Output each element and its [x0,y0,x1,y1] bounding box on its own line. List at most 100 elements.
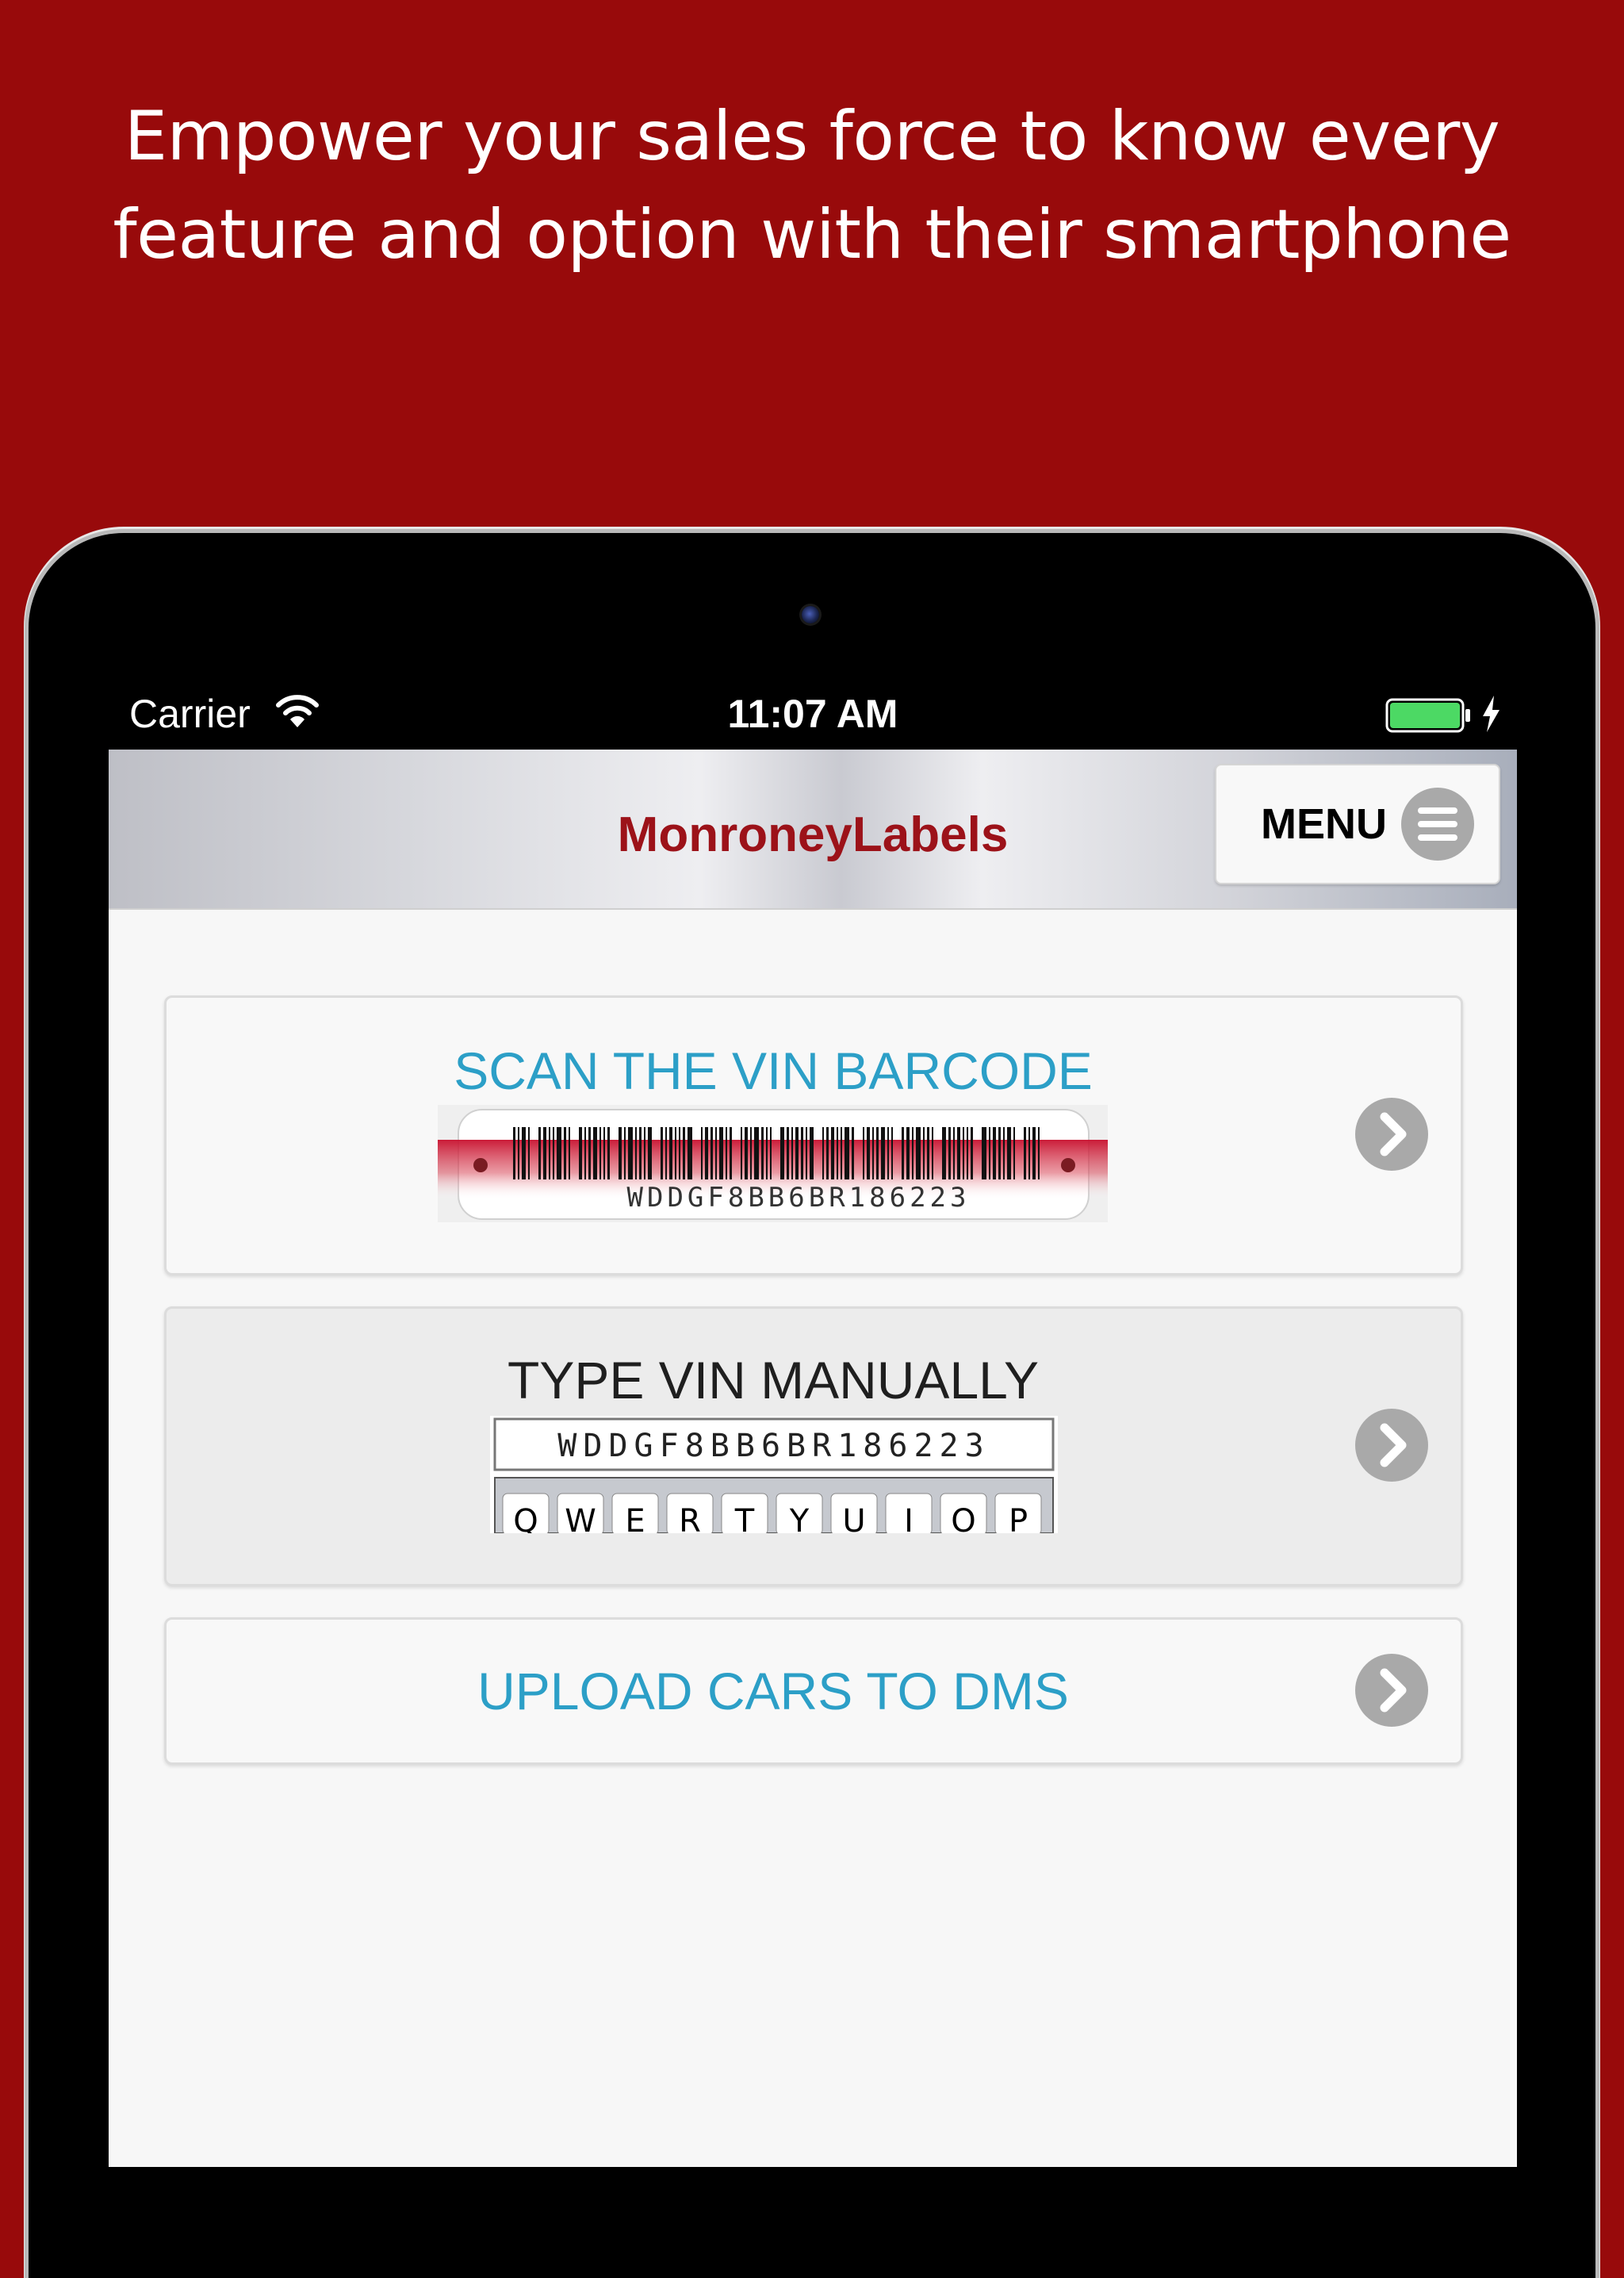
barcode-bar [579,1127,582,1179]
chevron-right-icon [1355,1409,1428,1482]
barcode-bar [719,1127,723,1179]
barcode-bar [942,1127,946,1179]
barcode-bar [750,1127,752,1179]
key-label: O [951,1503,975,1533]
key-label: Q [513,1503,538,1533]
barcode-bar [989,1127,990,1179]
barcode-bar [624,1127,626,1179]
key-label: R [679,1503,701,1533]
barcode-bar [872,1127,874,1179]
barcode-bar [891,1127,893,1179]
type-vin-manually-button[interactable]: TYPE VIN MANUALLY WDDGF8BB6BR186223 Q W … [164,1306,1463,1586]
upload-cars-title: UPLOAD CARS TO DMS [477,1662,1069,1720]
key-label: Y [789,1503,810,1533]
battery-level [1390,703,1460,728]
barcode-bar [1007,1127,1011,1179]
barcode-bar [603,1127,605,1179]
barcode-bar [569,1127,570,1179]
upload-cars-to-dms-button[interactable]: UPLOAD CARS TO DMS [164,1617,1463,1765]
barcode-bar [619,1127,622,1179]
key-label: W [565,1503,596,1533]
promo-headline-line-2: feature and option with their smartphone [113,195,1511,274]
hamburger-icon [1401,788,1474,861]
key-label: I [904,1503,914,1533]
status-bar: Carrier 11:07 AM [109,678,1517,750]
barcode-bar [841,1127,842,1179]
scan-vin-barcode-button[interactable]: SCAN THE VIN BARCODE WDDGF8BB6BR186223 [164,995,1463,1275]
barcode-bar [837,1127,838,1179]
barcode-bar [1013,1127,1015,1179]
barcode-bar [669,1127,672,1179]
charging-bolt-icon [1483,696,1500,732]
barcode-bar [953,1127,955,1179]
barcode-bar [564,1127,566,1179]
type-vin-title: TYPE VIN MANUALLY [508,1351,1039,1409]
vin-input-keyboard-image: WDDGF8BB6BR186223 Q W E R T Y U I O P [490,1416,1058,1533]
barcode-bar [795,1127,799,1179]
barcode-bar [780,1127,784,1179]
barcode-bar [791,1127,793,1179]
barcode-bar [982,1127,986,1179]
barcode-bar [822,1127,824,1179]
barcode-bar [902,1127,904,1179]
barcode-bar [876,1127,879,1179]
barcode-bar [826,1127,829,1179]
barcode-bar [801,1127,803,1179]
barcode-bar [726,1127,727,1179]
barcode-bar [635,1127,637,1179]
nav-bar: MonroneyLabels MENU [109,750,1517,910]
barcode-bar [661,1127,663,1179]
barcode-bar [1028,1127,1030,1179]
barcode-bar [754,1127,759,1179]
barcode-bar [665,1127,667,1179]
barcode-bar [1024,1127,1026,1179]
barcode-bar [948,1127,951,1179]
barcode-bar [607,1127,610,1179]
barcode-bar [745,1127,748,1179]
barcode-bar [648,1127,652,1179]
barcode-bar [730,1127,732,1179]
barcode-bar [599,1127,601,1179]
menu-button[interactable]: MENU [1215,764,1500,884]
barcode-bar [761,1127,764,1179]
barcode-bar [867,1127,870,1179]
barcode-bar [675,1127,676,1179]
barcode-bar [513,1127,515,1179]
barcode-bar [810,1127,814,1179]
vin-barcode-image: WDDGF8BB6BR186223 [438,1105,1108,1222]
battery-icon [1385,698,1470,733]
barcode-bar [553,1127,554,1179]
camera-icon [802,606,819,623]
barcode-bar [715,1127,717,1179]
barcode-bar [887,1127,889,1179]
barcode-bar [932,1127,933,1179]
barcode-bar [967,1127,968,1179]
promo-headline: Empower your sales force to know every f… [32,87,1592,284]
barcode-bar [1003,1127,1005,1179]
barcode-bar [528,1127,530,1179]
barcode-bar [549,1127,550,1179]
barcode-bar [927,1127,929,1179]
menu-button-label: MENU [1261,800,1387,848]
key-label: U [842,1503,865,1533]
barcode-bar [787,1127,789,1179]
barcode-bar [1032,1127,1036,1179]
barcode-bar [701,1127,703,1179]
input-vin-text: WDDGF8BB6BR186223 [557,1428,990,1464]
barcode-bar [863,1127,864,1179]
app-screen: Carrier 11:07 AM MonroneyLabels MENU SCA… [109,678,1517,2167]
chevron-right-icon [1355,1654,1428,1727]
barcode-bar [522,1127,526,1179]
barcode-bar [916,1127,921,1179]
barcode-bar [557,1127,561,1179]
barcode-bar [543,1127,546,1179]
barcode-bar [518,1127,519,1179]
barcode-bar [831,1127,834,1179]
barcode-bar [806,1127,807,1179]
chevron-right-icon [1355,1098,1428,1171]
barcode-bar [971,1127,973,1179]
barcode-bar [705,1127,708,1179]
barcode-bar [710,1127,713,1179]
barcode-bar [683,1127,685,1179]
barcode-bar [845,1127,849,1179]
